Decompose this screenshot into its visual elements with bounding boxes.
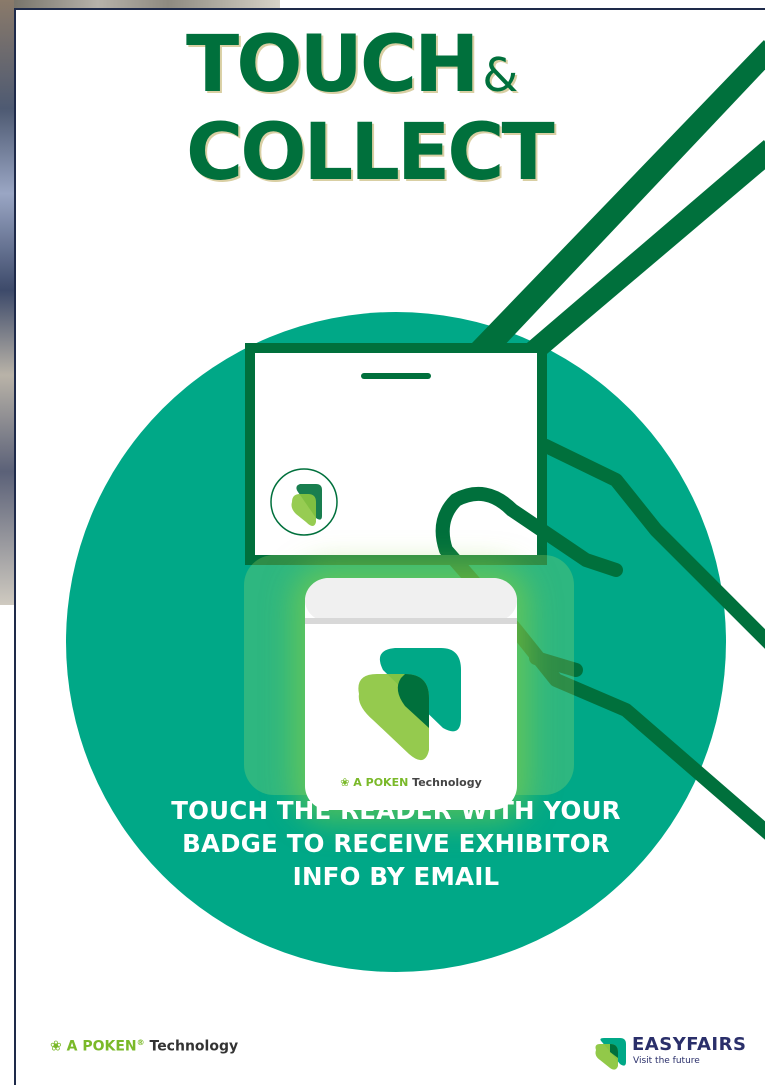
easyfairs-shape-icon [595,1038,626,1070]
headline-line-2: BADGE TO RECEIVE EXHIBITOR [182,829,610,858]
background-photo-strip [0,0,14,605]
poken-prefix: A [66,1038,78,1055]
title-line-collect: COLLECT [186,108,555,198]
poken-footer-logo: ❀ A POKEN® Technology [50,1038,238,1055]
badge-card [245,343,547,565]
poken-leaf-icon: ❀ [50,1038,62,1055]
poken-heart-shape-icon [358,648,461,761]
poken-reader: ❀ A POKEN Technology [305,578,517,810]
poken-trademark: ® [136,1038,145,1047]
poster-title: TOUCH & COLLECT [186,26,555,198]
reader-brand-name: POKEN [365,776,409,789]
easyfairs-brand: EASYFAIRS [632,1034,747,1055]
poken-name: POKEN [82,1038,137,1055]
reader-brand-prefix: A [353,776,362,789]
reader-leaf-icon: ❀ [340,776,350,789]
poken-suffix: Technology [149,1038,239,1055]
title-ampersand: & [482,48,519,102]
title-line-touch: TOUCH [186,20,479,110]
reader-brand-suffix: Technology [412,776,482,789]
headline-line-3: INFO BY EMAIL [292,862,500,891]
headline-line-1: TOUCH THE READER WITH YOUR [171,796,621,825]
easyfairs-tagline: Visit the future [633,1056,700,1066]
instruction-headline: TOUCH THE READER WITH YOUR BADGE TO RECE… [146,794,646,893]
reader-brand: ❀ A POKEN Technology [305,776,517,789]
poster: TOUCH & COLLECT ❀ A POKEN Technology TOUC… [14,8,765,1085]
